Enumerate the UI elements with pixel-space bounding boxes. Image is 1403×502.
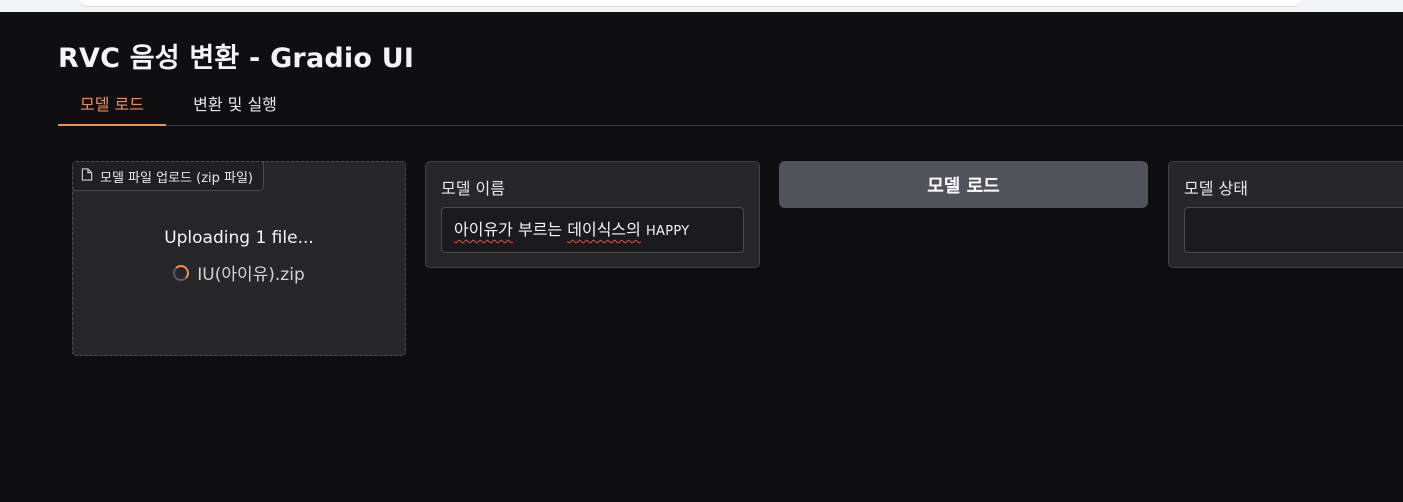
upload-label: 모델 파일 업로드 (zip 파일)	[73, 162, 265, 191]
model-status-label: 모델 상태	[1184, 179, 1248, 198]
loading-spinner-icon	[173, 264, 190, 281]
model-name-word: 데이식스의	[567, 220, 641, 239]
browser-bar	[80, 0, 1300, 6]
tab-convert-run[interactable]: 변환 및 실행	[180, 90, 290, 124]
model-name-word: HAPPY	[645, 224, 690, 239]
load-model-button[interactable]: 모델 로드	[779, 161, 1148, 208]
upload-status-text: Uploading 1 file...	[164, 228, 314, 248]
gradio-app: RVC 음성 변환 - Gradio UI 모델 로드 변환 및 실행 모델 파…	[0, 12, 1403, 502]
model-name-block: 모델 이름 아이유가 부르는 데이식스의 HAPPY	[425, 161, 760, 268]
uploading-file-name: IU(아이유).zip	[197, 265, 305, 285]
model-file-upload[interactable]: 모델 파일 업로드 (zip 파일) Uploading 1 file... I…	[72, 161, 406, 356]
upload-label-text: 모델 파일 업로드 (zip 파일)	[100, 170, 254, 186]
model-status-field[interactable]	[1184, 207, 1403, 253]
uploading-file: IU(아이유).zip	[73, 260, 405, 285]
model-name-input[interactable]: 아이유가 부르는 데이식스의 HAPPY	[441, 207, 744, 253]
model-name-word: 아이유가	[454, 220, 513, 239]
tab-bar: 모델 로드 변환 및 실행	[58, 90, 1403, 126]
tab-model-load[interactable]: 모델 로드	[58, 90, 166, 126]
file-icon	[81, 167, 93, 185]
page-title: RVC 음성 변환 - Gradio UI	[58, 43, 415, 74]
model-name-label: 모델 이름	[441, 179, 505, 198]
browser-top-strip	[0, 0, 1403, 12]
model-name-word: 부르는	[517, 220, 563, 239]
model-status-block: 모델 상태	[1168, 161, 1403, 268]
